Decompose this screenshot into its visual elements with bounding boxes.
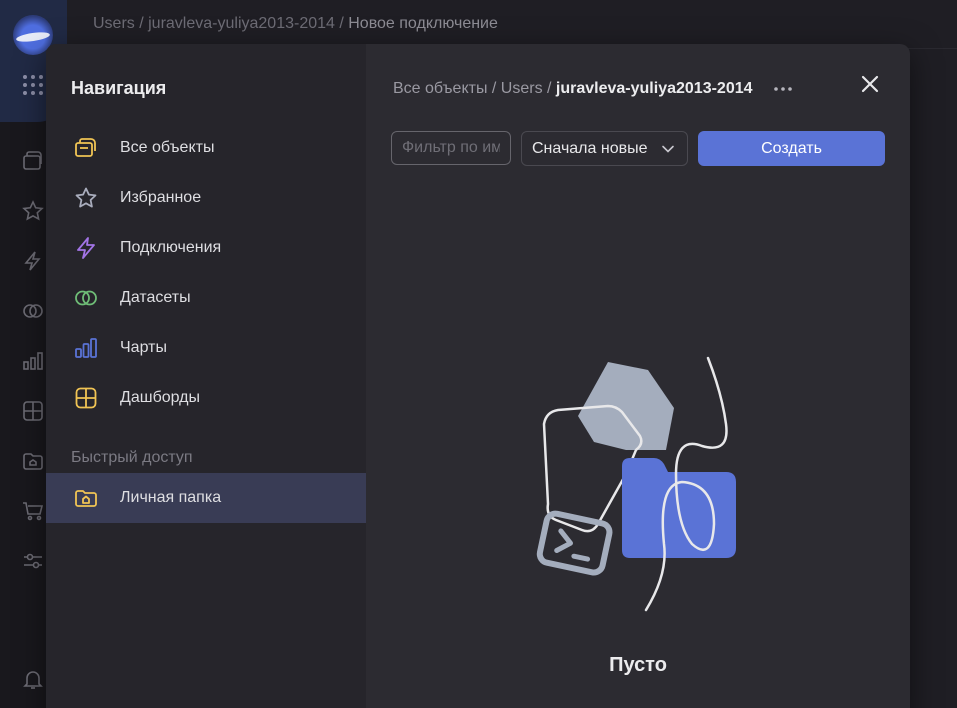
content-panel: Все объекты / Users / juravleva-yuliya20…: [366, 44, 910, 708]
quick-access-title: Быстрый доступ: [71, 449, 193, 466]
bar-chart-icon: [74, 336, 98, 360]
nav-item-connections[interactable]: Подключения: [46, 223, 366, 273]
dashboard-grid-icon: [74, 386, 98, 410]
rail-bolt-icon[interactable]: [22, 250, 44, 272]
top-crumb[interactable]: Users: [93, 15, 135, 33]
rail-bell-icon[interactable]: [22, 668, 44, 690]
nav-item-favorites[interactable]: Избранное: [46, 173, 366, 223]
nav-item-all-objects[interactable]: Все объекты: [46, 123, 366, 173]
more-actions-icon[interactable]: [773, 79, 793, 99]
home-folder-icon: [74, 486, 98, 510]
crumb-separator: /: [542, 80, 556, 97]
empty-state-text: Пусто: [609, 654, 667, 676]
rail-chart-icon[interactable]: [22, 350, 44, 372]
nav-item-label: Избранное: [120, 189, 202, 206]
bolt-icon: [74, 236, 98, 260]
rail-dataset-icon[interactable]: [22, 300, 44, 322]
nav-item-label: Подключения: [120, 239, 222, 256]
rail-star-icon[interactable]: [22, 200, 44, 222]
nav-item-charts[interactable]: Чарты: [46, 323, 366, 373]
navigation-dialog: Навигация Все объекты Избранное Подключе…: [46, 44, 910, 708]
dataset-rings-icon: [74, 286, 98, 310]
nav-item-label: Дашборды: [120, 389, 200, 406]
nav-item-label: Датасеты: [120, 289, 191, 306]
chevron-down-icon: [662, 145, 674, 153]
rail-folders-icon[interactable]: [22, 150, 44, 172]
crumb-users[interactable]: Users: [501, 80, 543, 98]
folders-icon: [74, 136, 98, 160]
rail-dashboard-icon[interactable]: [22, 400, 44, 422]
crumb-separator: /: [487, 80, 501, 97]
navigation-title: Навигация: [71, 78, 167, 98]
sort-select-value: Сначала новые: [532, 139, 648, 157]
top-breadcrumb: Users / juravleva-yuliya2013-2014 / Ново…: [67, 0, 957, 49]
create-button[interactable]: Создать: [698, 131, 885, 166]
sort-select[interactable]: Сначала новые: [521, 131, 688, 166]
crumb-current: juravleva-yuliya2013-2014: [555, 80, 753, 97]
top-crumb[interactable]: juravleva-yuliya2013-2014: [148, 15, 335, 33]
nav-item-dashboards[interactable]: Дашборды: [46, 373, 366, 423]
nav-item-personal-folder[interactable]: Личная папка: [46, 473, 366, 523]
top-crumb-current: Новое подключение: [348, 15, 498, 32]
nav-item-label: Чарты: [120, 339, 167, 356]
apps-grid-icon[interactable]: [22, 74, 44, 96]
top-crumb-separator: /: [334, 15, 349, 32]
top-crumb-separator: /: [134, 15, 149, 32]
close-icon[interactable]: [858, 72, 882, 96]
rail-cart-icon[interactable]: [22, 500, 44, 522]
content-breadcrumb: Все объекты / Users / juravleva-yuliya20…: [393, 79, 793, 99]
nav-item-label: Личная папка: [120, 489, 222, 506]
navigation-sidebar: Навигация Все объекты Избранное Подключе…: [46, 44, 366, 708]
filter-input[interactable]: [391, 131, 511, 165]
nav-item-datasets[interactable]: Датасеты: [46, 273, 366, 323]
rail-home-folder-icon[interactable]: [22, 450, 44, 472]
star-icon: [74, 186, 98, 210]
crumb-all-objects[interactable]: Все объекты: [393, 80, 487, 98]
nav-item-label: Все объекты: [120, 139, 215, 156]
rail-settings-sliders-icon[interactable]: [22, 550, 44, 572]
empty-illustration: [536, 356, 736, 612]
